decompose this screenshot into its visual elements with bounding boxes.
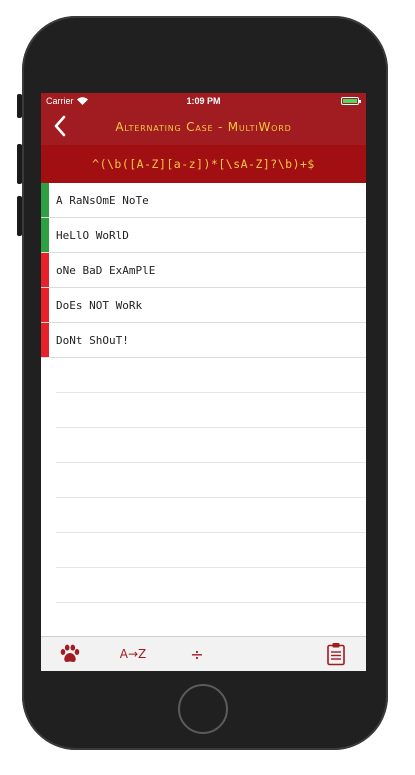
empty-row bbox=[41, 533, 366, 568]
tab-sort[interactable]: A→Z bbox=[113, 643, 153, 665]
navigation-bar: Alternating Case - MultiWord bbox=[41, 109, 366, 145]
no-match-indicator bbox=[41, 323, 49, 357]
home-button[interactable] bbox=[178, 684, 228, 734]
tab-clipboard[interactable] bbox=[324, 643, 348, 666]
clipboard-icon bbox=[327, 643, 345, 666]
paw-icon bbox=[60, 644, 80, 662]
list-item[interactable]: DoNt ShOuT! bbox=[41, 323, 366, 358]
status-bar: Carrier 1:09 PM bbox=[41, 93, 366, 109]
list-item-text: HeLlO WoRlD bbox=[56, 229, 129, 242]
empty-row bbox=[41, 393, 366, 428]
empty-row bbox=[41, 428, 366, 463]
list-item-text: oNe BaD ExAmPlE bbox=[56, 264, 156, 277]
page-title: Alternating Case - MultiWord bbox=[115, 120, 292, 134]
list-item[interactable]: A RaNsOmE NoTe bbox=[41, 183, 366, 218]
test-string-list: A RaNsOmE NoTe HeLlO WoRlD oNe BaD ExAmP… bbox=[41, 183, 366, 603]
no-match-indicator bbox=[41, 288, 49, 322]
list-item-text: A RaNsOmE NoTe bbox=[56, 194, 149, 207]
list-item[interactable]: DoEs NOT WoRk bbox=[41, 288, 366, 323]
battery-level bbox=[343, 99, 357, 103]
empty-row bbox=[41, 568, 366, 603]
tab-paw[interactable] bbox=[57, 643, 83, 665]
app-screen: Carrier 1:09 PM Alternating Case - Multi… bbox=[41, 93, 366, 671]
list-item[interactable]: HeLlO WoRlD bbox=[41, 218, 366, 253]
match-indicator bbox=[41, 218, 49, 252]
list-item-text: DoEs NOT WoRk bbox=[56, 299, 143, 312]
list-item[interactable]: oNe BaD ExAmPlE bbox=[41, 253, 366, 288]
match-indicator bbox=[41, 183, 49, 217]
row-separator bbox=[56, 602, 366, 603]
empty-row bbox=[41, 463, 366, 498]
bottom-toolbar: A→Z ÷ bbox=[41, 636, 366, 671]
battery-icon bbox=[341, 97, 361, 105]
no-match-indicator bbox=[41, 253, 49, 287]
tab-divide[interactable]: ÷ bbox=[185, 643, 209, 665]
regex-pattern: ^(\b([A-Z][a-z])*[\sA-Z]?\b)+$ bbox=[41, 145, 366, 183]
battery-tip bbox=[359, 100, 361, 103]
status-time: 1:09 PM bbox=[186, 96, 221, 106]
list-item-text: DoNt ShOuT! bbox=[56, 334, 129, 347]
empty-row bbox=[41, 498, 366, 533]
empty-row bbox=[41, 358, 366, 393]
